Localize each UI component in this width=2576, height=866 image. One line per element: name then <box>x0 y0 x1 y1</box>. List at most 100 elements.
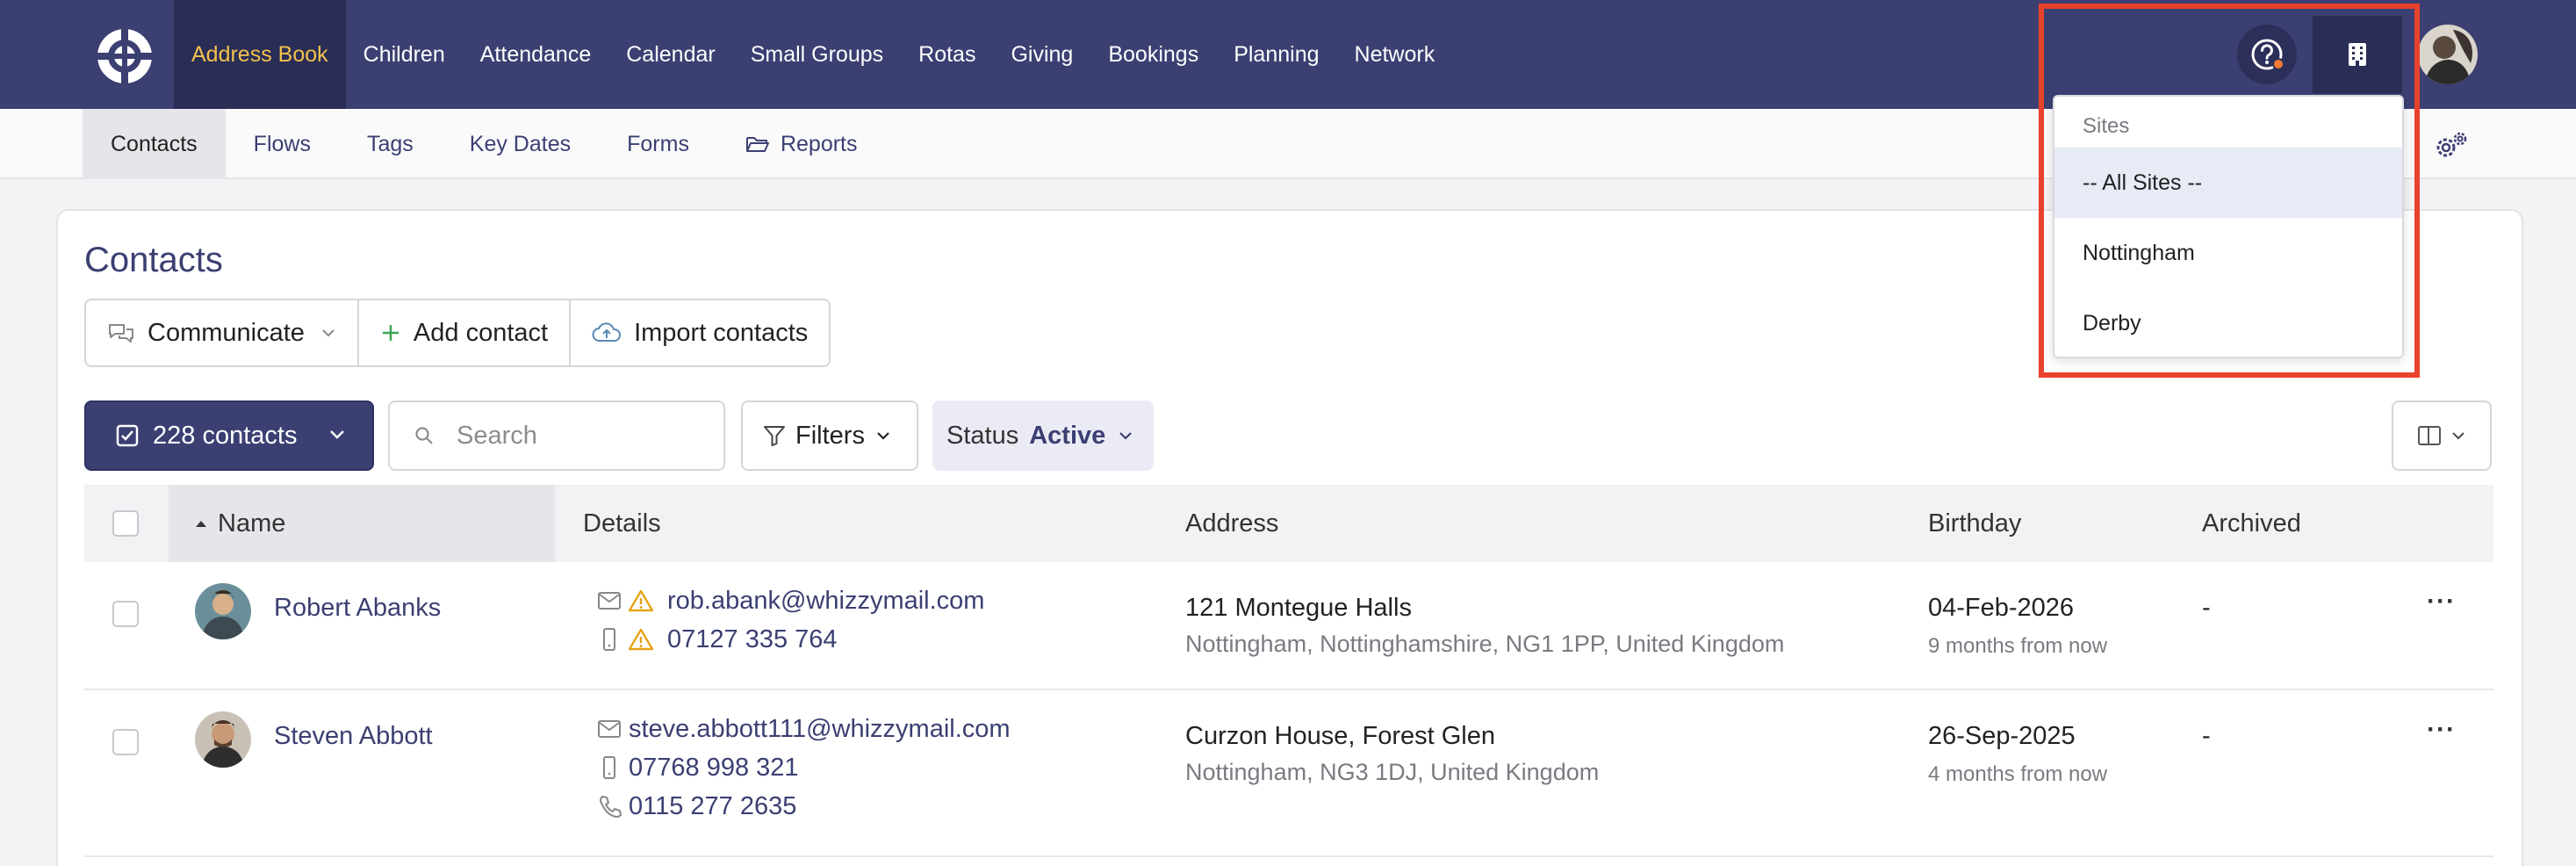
columns-icon <box>2418 426 2441 445</box>
tab-flows[interactable]: Flows <box>226 109 339 179</box>
row-checkbox[interactable] <box>112 601 139 627</box>
tab-key-dates[interactable]: Key Dates <box>442 109 599 179</box>
tab-contacts[interactable]: Contacts <box>83 109 226 179</box>
column-address[interactable]: Address <box>1185 485 1278 562</box>
columns-toggle-button[interactable] <box>2392 401 2492 471</box>
import-contacts-button[interactable]: Import contacts <box>571 300 829 365</box>
email-line: rob.abank@whizzymail.com <box>597 581 984 620</box>
mobile-icon <box>597 755 629 780</box>
add-contact-button[interactable]: Add contact <box>359 300 572 365</box>
nav-small-groups[interactable]: Small Groups <box>733 0 901 109</box>
contact-name[interactable]: Steven Abbott <box>274 722 433 751</box>
warning-icon <box>629 628 667 651</box>
row-actions-menu-icon[interactable]: ··· <box>2427 715 2456 745</box>
mobile-line: 07127 335 764 <box>597 620 984 659</box>
column-name-label: Name <box>218 509 286 538</box>
birthday-date: 26-Sep-2025 <box>1928 722 2076 750</box>
chat-icon <box>109 324 133 343</box>
status-value: Active <box>1029 421 1106 450</box>
folder-open-icon <box>745 137 769 152</box>
email-link[interactable]: steve.abbott111@whizzymail.com <box>629 715 1011 744</box>
status-label: Status <box>946 421 1019 450</box>
avatar <box>195 583 251 639</box>
contacts-count: 228 contacts <box>153 421 298 450</box>
highlight-annotation <box>2039 4 2420 378</box>
column-archived[interactable]: Archived <box>2202 485 2301 562</box>
select-contacts-button[interactable]: 228 contacts <box>84 401 374 471</box>
column-birthday[interactable]: Birthday <box>1928 485 2021 562</box>
phone-link[interactable]: 0115 277 2635 <box>629 792 796 821</box>
sort-ascending-icon <box>196 521 206 527</box>
address-line-1: Curzon House, Forest Glen <box>1185 722 1495 750</box>
tab-reports[interactable]: Reports <box>717 109 886 179</box>
chevron-down-icon <box>330 430 344 439</box>
address-line-2: Nottingham, NG3 1DJ, United Kingdom <box>1185 759 1600 785</box>
tab-forms[interactable]: Forms <box>599 109 717 179</box>
nav-network[interactable]: Network <box>1337 0 1453 109</box>
phone-icon <box>597 794 629 819</box>
nav-children[interactable]: Children <box>346 0 463 109</box>
table-row: Robert Abanks rob.abank@whizzymail.com 0… <box>84 562 2493 690</box>
cloud-upload-icon <box>592 322 622 342</box>
column-details[interactable]: Details <box>583 485 661 562</box>
chevron-down-icon <box>2452 432 2464 440</box>
table-header: Name Details Address Birthday Archived <box>84 485 2493 562</box>
mobile-link[interactable]: 07768 998 321 <box>629 754 799 783</box>
nav-attendance[interactable]: Attendance <box>463 0 609 109</box>
communicate-label: Communicate <box>148 318 305 347</box>
birthday-relative: 4 months from now <box>1928 762 2108 786</box>
select-all-cell <box>112 485 139 562</box>
status-filter-button[interactable]: Status Active <box>932 401 1154 471</box>
avatar <box>195 711 251 768</box>
logo-icon[interactable] <box>95 26 155 86</box>
warning-icon <box>629 589 667 612</box>
address-line-1: 121 Montegue Halls <box>1185 594 1412 622</box>
nav-address-book[interactable]: Address Book <box>174 0 346 109</box>
contact-details: steve.abbott111@whizzymail.com 07768 998… <box>597 710 1011 826</box>
birthday-date: 04-Feb-2026 <box>1928 594 2075 622</box>
address-line-2: Nottingham, Nottinghamshire, NG1 1PP, Un… <box>1185 631 1785 657</box>
nav-bookings[interactable]: Bookings <box>1090 0 1216 109</box>
tab-reports-label: Reports <box>780 131 858 156</box>
search-input[interactable] <box>457 421 702 451</box>
nav-calendar[interactable]: Calendar <box>608 0 732 109</box>
chevron-down-icon <box>1119 432 1133 440</box>
filter-icon <box>764 426 785 446</box>
phone-line: 0115 277 2635 <box>597 787 1011 826</box>
column-name[interactable]: Name <box>169 485 555 562</box>
nav-rotas[interactable]: Rotas <box>901 0 993 109</box>
mobile-link[interactable]: 07127 335 764 <box>667 625 838 654</box>
action-button-group: Communicate Add contact Import contacts <box>84 299 831 367</box>
select-all-checkbox[interactable] <box>112 510 139 537</box>
email-line: steve.abbott111@whizzymail.com <box>597 710 1011 748</box>
birthday-relative: 9 months from now <box>1928 634 2108 658</box>
tab-tags[interactable]: Tags <box>339 109 442 179</box>
email-icon <box>597 591 629 610</box>
table-row: Steven Abbott steve.abbott111@whizzymail… <box>84 690 2493 857</box>
archived-value: - <box>2202 594 2211 622</box>
nav-giving[interactable]: Giving <box>993 0 1090 109</box>
email-icon <box>597 719 629 739</box>
nav-planning[interactable]: Planning <box>1216 0 1336 109</box>
chevron-down-icon <box>322 329 335 337</box>
row-checkbox[interactable] <box>112 729 139 755</box>
search-icon <box>415 427 433 444</box>
archived-value: - <box>2202 722 2211 750</box>
filters-label: Filters <box>795 421 865 450</box>
import-contacts-label: Import contacts <box>634 318 809 347</box>
settings-gears-icon[interactable] <box>2432 128 2471 163</box>
email-link[interactable]: rob.abank@whizzymail.com <box>667 587 984 616</box>
filters-button[interactable]: Filters <box>741 401 918 471</box>
contact-name[interactable]: Robert Abanks <box>274 594 441 623</box>
mobile-line: 07768 998 321 <box>597 748 1011 787</box>
search-field[interactable] <box>388 401 725 471</box>
plus-icon <box>382 325 399 341</box>
chevron-down-icon <box>877 432 889 440</box>
page-title: Contacts <box>84 241 223 279</box>
contact-details: rob.abank@whizzymail.com 07127 335 764 <box>597 581 984 659</box>
add-contact-label: Add contact <box>413 318 549 347</box>
communicate-button[interactable]: Communicate <box>86 300 359 365</box>
row-actions-menu-icon[interactable]: ··· <box>2427 587 2456 617</box>
user-avatar[interactable] <box>2418 25 2478 84</box>
mobile-icon <box>597 627 629 652</box>
